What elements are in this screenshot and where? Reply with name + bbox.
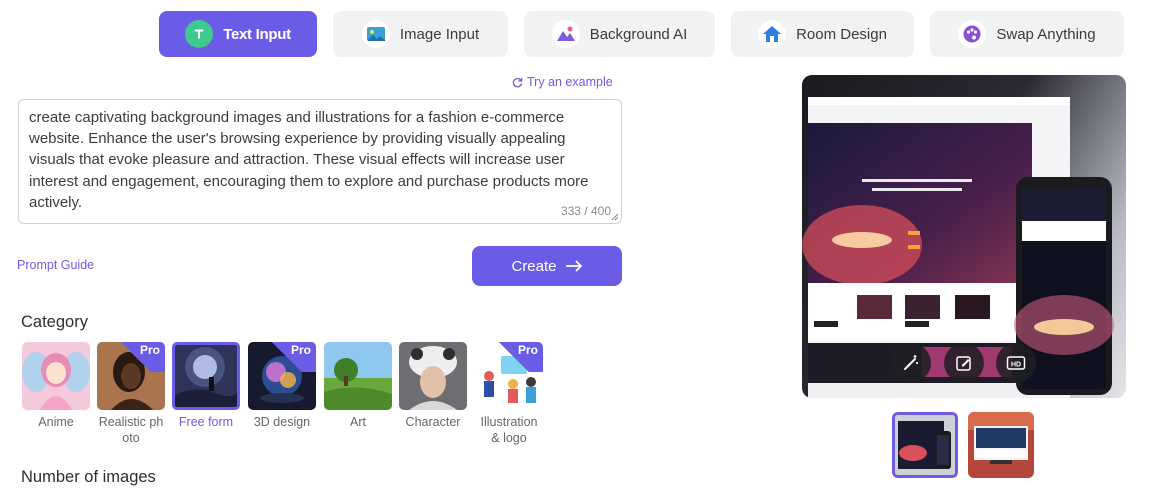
room-design-icon — [758, 20, 787, 48]
prompt-text[interactable]: create captivating background images and… — [29, 107, 615, 213]
try-example-label: Try an example — [527, 75, 613, 89]
pro-badge-label: Pro — [290, 343, 311, 357]
magic-wand-button[interactable] — [891, 343, 931, 383]
category-thumbnail: Pro — [475, 342, 543, 410]
resize-grip-icon[interactable] — [611, 213, 619, 221]
tab-label: Image Input — [399, 25, 480, 43]
try-example-link[interactable]: Try an example — [512, 75, 613, 89]
tab-background-ai[interactable]: Background AI — [524, 11, 715, 57]
tab-text-input[interactable]: Text Input — [159, 11, 317, 57]
text-input-icon — [185, 20, 214, 48]
hd-icon: HD — [1006, 356, 1026, 370]
pro-badge: Pro — [272, 342, 316, 372]
tab-swap-anything[interactable]: Swap Anything — [930, 11, 1124, 57]
preview-thumbnail-1[interactable] — [892, 412, 958, 478]
tab-label: Swap Anything — [996, 25, 1096, 43]
prompt-guide-link[interactable]: Prompt Guide — [17, 258, 94, 272]
create-button-label: Create — [511, 257, 557, 275]
category-3d-design[interactable]: Pro 3D design — [248, 342, 316, 430]
category-title: Category — [21, 313, 88, 331]
category-label: Character — [405, 415, 461, 429]
edit-button[interactable] — [944, 343, 984, 383]
preview-thumbnail-2[interactable] — [968, 412, 1034, 478]
category-label: Anime — [38, 415, 74, 429]
pro-badge-label: Pro — [139, 343, 160, 357]
category-thumbnail — [324, 342, 392, 410]
character-counter: 333 / 400 — [560, 204, 611, 218]
category-thumbnail — [399, 342, 467, 410]
tab-label: Text Input — [223, 25, 291, 43]
background-ai-icon — [551, 20, 580, 48]
pro-badge: Pro — [121, 342, 165, 372]
tab-label: Room Design — [796, 25, 887, 43]
category-label: 3D design — [253, 415, 311, 429]
category-free-form[interactable]: Free form — [172, 342, 240, 430]
category-label: Illustration & logo — [480, 415, 538, 445]
category-thumbnail: Pro — [97, 342, 165, 410]
create-button[interactable]: Create — [472, 246, 622, 286]
image-input-icon — [361, 20, 390, 48]
category-label: Free form — [178, 415, 234, 429]
category-thumbnail: Pro — [248, 342, 316, 410]
arrow-right-icon — [565, 260, 582, 272]
tab-image-input[interactable]: Image Input — [333, 11, 508, 57]
tab-label: Background AI — [589, 25, 688, 43]
category-anime[interactable]: Anime — [22, 342, 90, 430]
tab-room-design[interactable]: Room Design — [731, 11, 914, 57]
category-character[interactable]: Character — [399, 342, 467, 430]
hd-button[interactable]: HD — [996, 343, 1036, 383]
edit-icon — [956, 356, 971, 371]
category-label: Realistic photo — [98, 415, 164, 445]
category-art[interactable]: Art — [324, 342, 392, 430]
category-thumbnail — [22, 342, 90, 410]
magic-wand-icon — [904, 355, 918, 370]
category-illustration-logo[interactable]: Pro Illustration & logo — [475, 342, 543, 446]
category-label: Art — [350, 415, 366, 429]
pro-badge-label: Pro — [517, 343, 538, 357]
prompt-textarea[interactable]: create captivating background images and… — [18, 99, 622, 224]
category-thumbnail — [172, 342, 240, 410]
swap-anything-icon — [958, 20, 987, 48]
refresh-icon — [512, 77, 523, 87]
svg-text:HD: HD — [1011, 362, 1021, 369]
pro-badge: Pro — [499, 342, 543, 372]
category-realistic-photo[interactable]: Pro Realistic photo — [97, 342, 165, 446]
number-of-images-title: Number of images — [21, 468, 156, 486]
